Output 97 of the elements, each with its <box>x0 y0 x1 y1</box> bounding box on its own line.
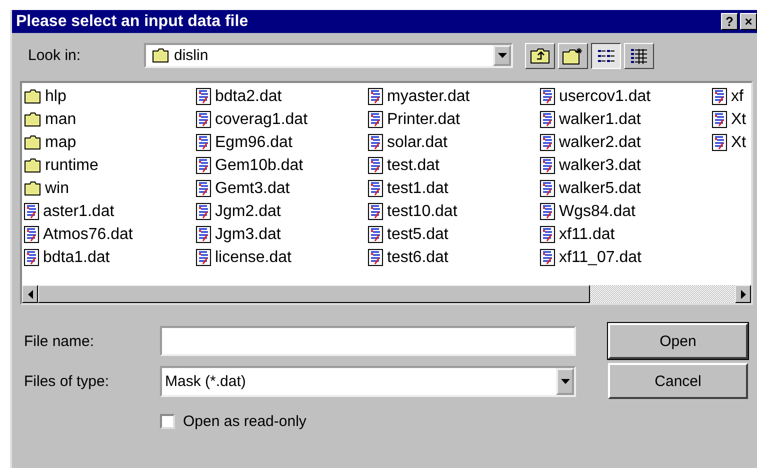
data-file-icon <box>540 157 555 174</box>
folder-item[interactable]: man <box>24 108 196 131</box>
file-item[interactable]: test5.dat <box>368 223 540 246</box>
file-item[interactable]: bdta2.dat <box>196 85 368 108</box>
open-button[interactable]: Open <box>608 323 748 359</box>
folder-icon <box>24 112 41 127</box>
folder-icon <box>152 48 169 63</box>
file-item[interactable]: Xt <box>712 131 748 154</box>
file-item[interactable]: Xt <box>712 108 748 131</box>
data-file-icon <box>196 226 211 243</box>
file-item[interactable]: walker5.dat <box>540 177 712 200</box>
file-item[interactable]: xf11_07.dat <box>540 246 712 269</box>
file-item[interactable]: test1.dat <box>368 177 540 200</box>
folder-icon <box>24 89 41 104</box>
data-file-icon <box>24 203 39 220</box>
scroll-thumb[interactable] <box>38 285 590 303</box>
horizontal-scrollbar[interactable] <box>22 285 751 303</box>
file-item[interactable]: myaster.dat <box>368 85 540 108</box>
folder-icon <box>24 158 41 173</box>
cancel-button[interactable]: Cancel <box>608 363 748 399</box>
scroll-left-icon[interactable] <box>22 285 38 303</box>
data-file-icon <box>196 180 211 197</box>
data-file-icon <box>24 249 39 266</box>
data-file-icon <box>540 226 555 243</box>
data-file-icon <box>24 226 39 243</box>
folder-item[interactable]: runtime <box>24 154 196 177</box>
file-item[interactable]: walker1.dat <box>540 108 712 131</box>
file-item[interactable]: license.dat <box>196 246 368 269</box>
file-name-field[interactable] <box>160 326 576 356</box>
data-file-icon <box>368 226 383 243</box>
help-button[interactable]: ? <box>721 13 738 30</box>
file-item[interactable]: test.dat <box>368 154 540 177</box>
data-file-icon <box>540 134 555 151</box>
data-file-icon <box>540 180 555 197</box>
data-file-icon <box>368 88 383 105</box>
folder-icon <box>24 135 41 150</box>
data-file-icon <box>368 157 383 174</box>
folder-item[interactable]: win <box>24 177 196 200</box>
file-item[interactable]: xf <box>712 85 748 108</box>
data-file-icon <box>196 249 211 266</box>
data-file-icon <box>368 180 383 197</box>
data-file-icon <box>368 111 383 128</box>
look-in-dropdown[interactable]: dislin <box>144 43 513 68</box>
file-item[interactable]: usercov1.dat <box>540 85 712 108</box>
data-file-icon <box>368 203 383 220</box>
look-in-label: Look in: <box>28 47 82 64</box>
data-file-icon <box>196 134 211 151</box>
data-file-icon <box>540 249 555 266</box>
data-file-icon <box>712 88 727 105</box>
file-item[interactable]: bdta1.dat <box>24 246 196 269</box>
file-item[interactable]: Printer.dat <box>368 108 540 131</box>
file-item[interactable]: solar.dat <box>368 131 540 154</box>
list-view-button[interactable] <box>591 42 621 68</box>
folder-name: dislin <box>174 47 208 64</box>
list-view-icon <box>597 48 615 64</box>
up-folder-button[interactable] <box>525 42 555 68</box>
file-item[interactable]: walker3.dat <box>540 154 712 177</box>
file-item[interactable]: Gemt3.dat <box>196 177 368 200</box>
data-file-icon <box>196 88 211 105</box>
scroll-right-icon[interactable] <box>735 285 751 303</box>
new-folder-button[interactable] <box>558 42 588 68</box>
data-file-icon <box>196 203 211 220</box>
file-item[interactable]: test6.dat <box>368 246 540 269</box>
read-only-label[interactable]: Open as read-only <box>183 412 306 430</box>
file-item[interactable]: Atmos76.dat <box>24 223 196 246</box>
window-title: Please select an input data file <box>16 12 250 30</box>
data-file-icon <box>368 249 383 266</box>
file-item[interactable]: aster1.dat <box>24 200 196 223</box>
file-item[interactable]: xf11.dat <box>540 223 712 246</box>
file-type-dropdown[interactable]: Mask (*.dat) <box>160 366 576 396</box>
folder-icon <box>24 181 41 196</box>
folder-item[interactable]: map <box>24 131 196 154</box>
new-folder-icon <box>562 46 584 64</box>
data-file-icon <box>540 88 555 105</box>
data-file-icon <box>368 134 383 151</box>
file-item[interactable]: test10.dat <box>368 200 540 223</box>
file-item[interactable]: Wgs84.dat <box>540 200 712 223</box>
details-view-button[interactable] <box>624 42 654 68</box>
up-folder-icon <box>530 48 550 64</box>
data-file-icon <box>196 111 211 128</box>
read-only-checkbox[interactable] <box>160 414 175 428</box>
file-item[interactable]: Jgm3.dat <box>196 223 368 246</box>
data-file-icon <box>712 111 727 128</box>
folder-item[interactable]: hlp <box>24 85 196 108</box>
file-item[interactable]: walker2.dat <box>540 131 712 154</box>
data-file-icon <box>540 111 555 128</box>
data-file-icon <box>712 134 727 151</box>
file-type-label: Files of type: <box>24 372 110 390</box>
details-view-icon <box>630 48 648 64</box>
file-item[interactable]: Egm96.dat <box>196 131 368 154</box>
file-item[interactable]: coverag1.dat <box>196 108 368 131</box>
file-item[interactable]: Gem10b.dat <box>196 154 368 177</box>
close-button[interactable]: × <box>740 13 757 30</box>
data-file-icon <box>540 203 555 220</box>
file-item[interactable]: Jgm2.dat <box>196 200 368 223</box>
file-name-label: File name: <box>24 332 96 350</box>
data-file-icon <box>196 157 211 174</box>
